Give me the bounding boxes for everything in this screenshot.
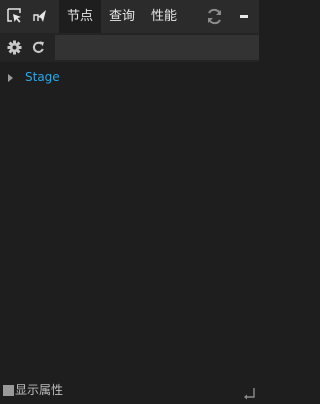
- expand-arrow-icon[interactable]: [8, 74, 13, 82]
- search-input[interactable]: [55, 35, 259, 60]
- footer-bar: 显示属性: [0, 380, 259, 400]
- show-properties-label: 显示属性: [15, 383, 64, 397]
- show-properties-checkbox[interactable]: [3, 385, 14, 396]
- tab-performance[interactable]: 性能: [143, 0, 185, 33]
- reload-icon[interactable]: [31, 40, 46, 55]
- resize-corner-icon[interactable]: [243, 385, 257, 400]
- cursor-select-icon[interactable]: [6, 7, 24, 25]
- tree-node-label[interactable]: Stage: [25, 70, 60, 84]
- tree-node-stage[interactable]: Stage: [0, 69, 259, 87]
- refresh-icon[interactable]: [205, 7, 224, 26]
- send-pointer-icon[interactable]: [30, 7, 48, 25]
- minimize-icon[interactable]: [236, 8, 253, 25]
- top-toolbar: 节点 查询 性能: [0, 0, 259, 33]
- tab-query[interactable]: 查询: [101, 0, 143, 33]
- gear-icon[interactable]: [7, 40, 22, 55]
- node-tree: Stage: [0, 62, 259, 380]
- tab-nodes[interactable]: 节点: [59, 0, 101, 33]
